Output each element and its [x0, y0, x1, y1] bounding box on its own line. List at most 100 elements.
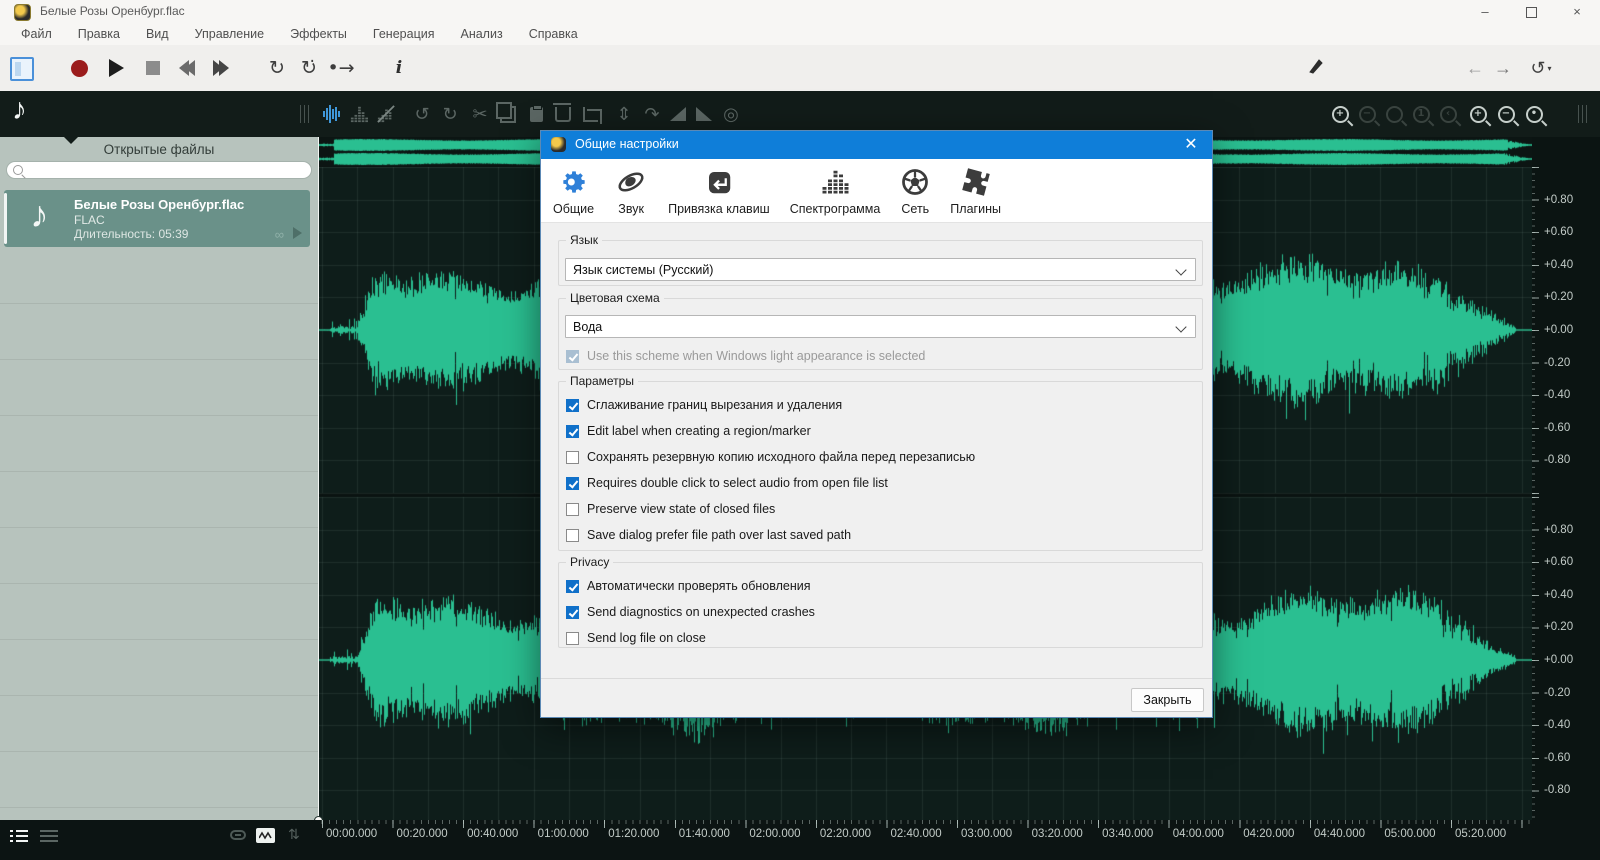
- zoom-all-icon[interactable]: [1382, 101, 1406, 127]
- dialog-title-bar[interactable]: Общие настройки ✕: [541, 131, 1212, 159]
- checkbox-row[interactable]: Send diagnostics on unexpected crashes: [559, 599, 1202, 625]
- fade-out-icon[interactable]: [692, 101, 716, 127]
- panel-toggle-icon[interactable]: [10, 57, 34, 81]
- files-panel-icon[interactable]: ♪: [12, 93, 27, 127]
- list-compact-view-icon[interactable]: [40, 829, 58, 842]
- checkbox[interactable]: [566, 503, 579, 516]
- checkbox[interactable]: [566, 477, 579, 490]
- vzoom-in-icon[interactable]: +: [1466, 101, 1490, 127]
- reverse-icon[interactable]: ↷: [640, 101, 664, 127]
- item-play-icon[interactable]: [293, 227, 302, 239]
- amplify-icon[interactable]: ⇕: [612, 101, 636, 127]
- plugins-icon: [961, 165, 991, 199]
- normalize-icon[interactable]: ◎: [719, 101, 743, 127]
- play-icon[interactable]: [105, 57, 127, 79]
- spectrogram-off-icon[interactable]: [374, 101, 398, 127]
- vzoom-reset-icon[interactable]: •: [1522, 101, 1546, 127]
- close-button[interactable]: ×: [1554, 0, 1600, 23]
- checkbox-row[interactable]: Сглаживание границ вырезания и удаления: [559, 392, 1202, 418]
- list-detail-view-icon[interactable]: [10, 829, 28, 842]
- dialog-tab-6[interactable]: Плагины: [950, 165, 1001, 216]
- amplitude-label: +0.20: [1544, 621, 1573, 633]
- cut-icon[interactable]: ✂: [468, 101, 492, 127]
- trim-icon[interactable]: [578, 101, 602, 127]
- zoom-out-icon[interactable]: −: [1355, 101, 1379, 127]
- checkbox-row[interactable]: Send log file on close: [559, 625, 1202, 651]
- list-row-divider: [0, 583, 318, 584]
- zoom-in-icon[interactable]: +: [1328, 101, 1352, 127]
- checkbox-row[interactable]: Preserve view state of closed files: [559, 496, 1202, 522]
- dialog-tab-5[interactable]: Сеть: [900, 165, 930, 216]
- checkbox-row[interactable]: Save dialog prefer file path over last s…: [559, 522, 1202, 548]
- history-icon[interactable]: ↺▾: [1524, 57, 1558, 79]
- paste-icon[interactable]: [524, 101, 548, 127]
- copy-icon[interactable]: [496, 101, 520, 127]
- delete-icon[interactable]: [551, 101, 575, 127]
- nav-forward-icon[interactable]: →: [1492, 57, 1514, 79]
- color-scheme-dropdown[interactable]: Вода: [565, 315, 1196, 338]
- toolbar-grip[interactable]: [300, 105, 310, 123]
- dialog-tab-1[interactable]: Общие: [553, 165, 594, 216]
- waveform-view-icon[interactable]: [320, 101, 344, 127]
- checkbox[interactable]: [566, 425, 579, 438]
- menu-item-4[interactable]: Управление: [182, 27, 278, 41]
- loop-icon[interactable]: ↻: [266, 57, 288, 79]
- redo-icon[interactable]: ↻: [438, 101, 462, 127]
- menu-item-3[interactable]: Вид: [133, 27, 182, 41]
- checkbox[interactable]: [566, 580, 579, 593]
- amplitude-label: -0.80: [1544, 454, 1570, 466]
- checkbox-row[interactable]: Автоматически проверять обновления: [559, 573, 1202, 599]
- stop-icon[interactable]: [142, 57, 164, 79]
- fade-in-icon[interactable]: [666, 101, 690, 127]
- wave-view-toggle-icon[interactable]: [256, 828, 275, 843]
- zoom-back-icon[interactable]: ‹: [1436, 101, 1460, 127]
- timeline-label: 04:00.000: [1173, 828, 1224, 840]
- nav-back-icon[interactable]: ←: [1464, 57, 1486, 79]
- vzoom-out-icon[interactable]: −: [1494, 101, 1518, 127]
- checkbox[interactable]: [566, 399, 579, 412]
- sound-icon: [614, 165, 648, 199]
- loop-selection-icon[interactable]: ↻̇: [298, 57, 320, 79]
- file-list-item[interactable]: ♪ Белые Розы Оренбург.flac FLAC Длительн…: [4, 190, 310, 247]
- dialog-tab-4[interactable]: Спектрограмма: [790, 165, 881, 216]
- maximize-button[interactable]: [1508, 0, 1554, 23]
- checkbox-row[interactable]: Edit label when creating a region/marker: [559, 418, 1202, 444]
- search-icon: [13, 165, 23, 175]
- minimize-button[interactable]: –: [1462, 0, 1508, 23]
- list-row-divider: [0, 695, 318, 696]
- close-dialog-button[interactable]: Закрыть: [1131, 688, 1204, 712]
- menu-item-1[interactable]: Файл: [8, 27, 65, 41]
- menu-item-8[interactable]: Справка: [516, 27, 591, 41]
- dialog-tab-label: Общие: [553, 202, 594, 216]
- language-dropdown[interactable]: Язык системы (Русский): [565, 258, 1196, 281]
- checkbox-row[interactable]: Сохранять резервную копию исходного файл…: [559, 444, 1202, 470]
- checkbox[interactable]: [566, 606, 579, 619]
- sort-arrows-icon[interactable]: ⇅: [288, 827, 300, 843]
- zoom-one-icon[interactable]: 1: [1409, 101, 1433, 127]
- checkbox[interactable]: [566, 632, 579, 645]
- menu-item-7[interactable]: Анализ: [447, 27, 515, 41]
- play-from-cursor-icon[interactable]: •→: [330, 57, 352, 79]
- undo-icon[interactable]: ↺: [410, 101, 434, 127]
- fast-forward-icon[interactable]: [210, 57, 232, 79]
- spectrogram-icon: [820, 165, 850, 199]
- link-channels-icon[interactable]: [230, 830, 246, 840]
- spectrogram-view-icon[interactable]: [347, 101, 371, 127]
- info-icon[interactable]: i: [388, 57, 410, 79]
- dialog-tab-3[interactable]: Привязка клавиш: [668, 165, 770, 216]
- dialog-tab-2[interactable]: Звук: [614, 165, 648, 216]
- checkbox-row[interactable]: Requires double click to select audio fr…: [559, 470, 1202, 496]
- window-title: Белые Розы Оренбург.flac: [40, 4, 185, 18]
- menu-item-6[interactable]: Генерация: [360, 27, 448, 41]
- pen-icon[interactable]: [1305, 55, 1327, 77]
- dialog-close-icon[interactable]: ✕: [1170, 131, 1212, 159]
- toolbar-grip[interactable]: [1578, 105, 1588, 123]
- rewind-icon[interactable]: [176, 57, 198, 79]
- menu-item-5[interactable]: Эффекты: [277, 27, 360, 41]
- record-icon[interactable]: [68, 57, 90, 79]
- menu-item-2[interactable]: Правка: [65, 27, 133, 41]
- search-input[interactable]: [6, 161, 312, 179]
- checkbox[interactable]: [566, 529, 579, 542]
- playhead[interactable]: [318, 137, 319, 820]
- checkbox[interactable]: [566, 451, 579, 464]
